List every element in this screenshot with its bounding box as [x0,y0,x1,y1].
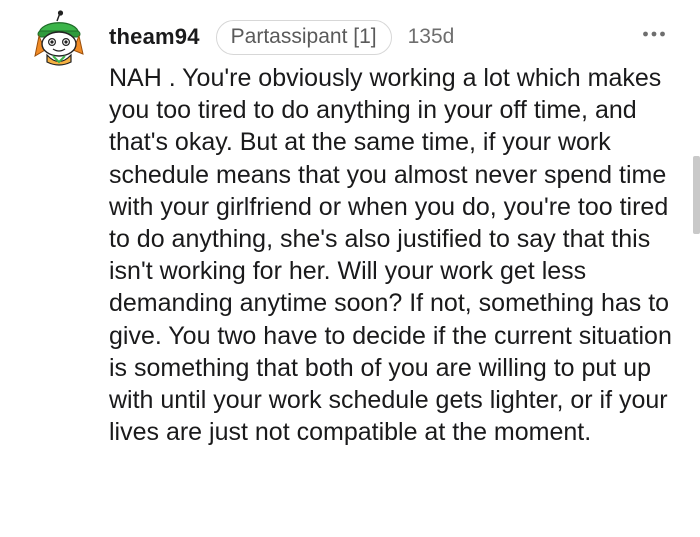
comment-header: theam94 Partassipant [1] 135d [109,19,454,55]
comment: theam94 Partassipant [1] 135d NAH . You'… [0,0,700,537]
comment-body: NAH . You're obviously working a lot whi… [109,64,672,447]
user-avatar[interactable] [33,10,85,66]
comment-age: 135d [407,25,455,48]
snoo-avatar-icon [34,10,84,66]
more-options-button[interactable] [642,24,666,44]
scrollbar-thumb[interactable] [693,156,700,234]
more-horizontal-icon [643,31,665,37]
username[interactable]: theam94 [109,24,200,50]
user-flair: Partassipant [1] [215,19,392,55]
